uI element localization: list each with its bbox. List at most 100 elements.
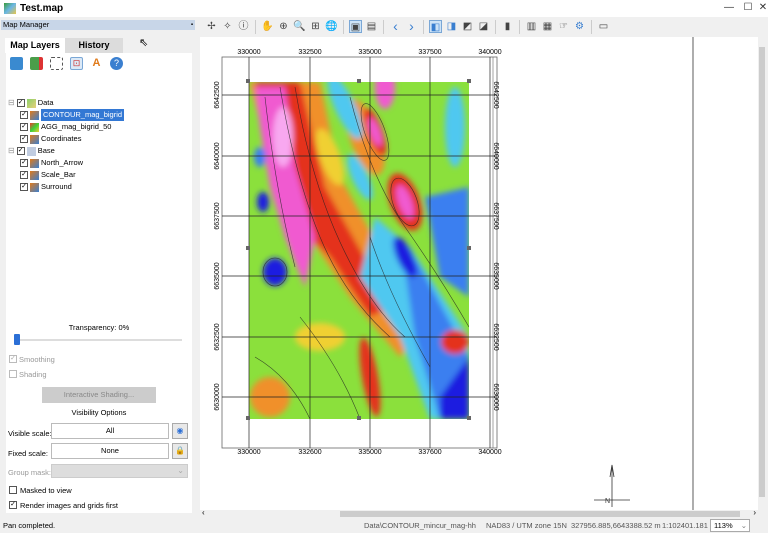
layout-1-icon[interactable]: ◧ <box>429 20 442 33</box>
layer-checkbox[interactable]: ✓ <box>20 171 28 179</box>
scroll-thumb[interactable] <box>340 511 740 517</box>
toolbar-separator <box>255 19 256 34</box>
shading-checkbox[interactable]: Shading <box>9 370 47 379</box>
layer-checkbox[interactable]: ✓ <box>16 99 25 107</box>
map-manager-header: Map Manager ▪ <box>1 20 195 30</box>
collapse-icon[interactable]: ⊟ <box>8 97 15 109</box>
collapse-icon[interactable]: ⊟ <box>8 145 15 157</box>
y-tick-label-right: 6630000 <box>492 383 499 410</box>
svg-text:N: N <box>605 498 610 505</box>
x-tick-label-top: 340000 <box>478 49 501 56</box>
symbol-icon[interactable]: A <box>90 57 103 70</box>
color-bar-icon[interactable]: ▮ <box>501 20 514 33</box>
transparency-slider[interactable] <box>14 334 182 345</box>
y-tick-label-left: 6642500 <box>214 81 221 108</box>
shading-label: Shading <box>19 370 47 379</box>
x-tick-label-bottom: 330000 <box>237 449 260 456</box>
tree-item-base[interactable]: ⊟ ✓ Base <box>8 145 55 157</box>
back-icon[interactable]: ‹ <box>389 19 402 33</box>
digitize-icon[interactable]: ✢ <box>205 20 218 33</box>
tree-item-agg-mag-bigrid-50[interactable]: ✓ AGG_mag_bigrid_50 <box>20 121 111 133</box>
point-icon[interactable]: ✧ <box>221 20 234 33</box>
pan-hand-icon[interactable]: ✋ <box>261 20 274 33</box>
tab-history[interactable]: History <box>65 38 123 53</box>
map-layers-icon[interactable]: ▤ <box>365 20 378 33</box>
layer-label: Data <box>37 98 54 107</box>
map-view: 330000 330000 332500 332600 335000 335000 3375… <box>214 37 694 510</box>
layout-3-icon[interactable]: ◩ <box>461 20 474 33</box>
scroll-right-icon[interactable]: › <box>753 508 756 517</box>
group-mask-dropdown[interactable]: ⌄ <box>51 464 188 478</box>
slider-thumb[interactable] <box>14 334 20 345</box>
tree-item-north-arrow[interactable]: ✓ North_Arrow <box>20 157 83 169</box>
x-tick-label-bottom: 335000 <box>358 449 381 456</box>
tree-item-surround[interactable]: ✓ Surround <box>20 181 72 193</box>
transparency-label: Transparency: 0% <box>68 323 130 332</box>
vertical-scrollbar[interactable] <box>758 37 766 510</box>
fixed-scale-field[interactable]: None <box>51 443 169 459</box>
layer-properties-icon[interactable]: ⊡ <box>70 57 83 70</box>
layer-checkbox[interactable]: ✓ <box>20 159 28 167</box>
x-tick-label-top: 332500 <box>298 49 321 56</box>
layer-label: North_Arrow <box>41 158 84 167</box>
grid-icon[interactable]: ▦ <box>541 20 554 33</box>
render-first-checkbox[interactable]: ✓ Render images and grids first <box>9 501 118 510</box>
zoom-icon[interactable]: 🔍 <box>293 20 306 33</box>
zoom-select[interactable]: 113% ⌄ <box>710 519 750 532</box>
close-button[interactable]: ✕ <box>756 2 768 13</box>
tree-item-scale-bar[interactable]: ✓ Scale_Bar <box>20 169 76 181</box>
toolbar-separator <box>591 19 592 34</box>
vector-layer-icon <box>30 158 39 168</box>
panel-title: Map Manager <box>3 20 50 29</box>
hand-select-icon[interactable]: ☞ <box>557 20 570 33</box>
layer-checkbox[interactable]: ✓ <box>20 183 28 191</box>
globe-icon[interactable]: 🌐 <box>325 20 338 33</box>
settings-icon[interactable]: ⚙ <box>573 20 586 33</box>
map-canvas[interactable]: 330000 330000 332500 332600 335000 335000 3375… <box>200 37 758 510</box>
toolbar-separator <box>383 19 384 34</box>
layout-4-icon[interactable]: ◪ <box>477 20 490 33</box>
masked-to-view-checkbox[interactable]: Masked to view <box>9 486 72 495</box>
smoothing-checkbox[interactable]: ✓ Smoothing <box>9 355 55 364</box>
interactive-shading-button[interactable]: Interactive Shading... <box>42 387 156 403</box>
info-icon[interactable]: ⓘ <box>237 20 250 33</box>
zoom-extent-icon[interactable]: ⊕ <box>277 20 290 33</box>
pin-icon[interactable]: ▪ <box>191 20 193 30</box>
x-tick-label-top: 335000 <box>358 49 381 56</box>
help-icon[interactable]: ? <box>110 57 123 70</box>
scroll-left-icon[interactable]: ‹ <box>202 508 205 517</box>
y-tick-label-right: 6635000 <box>492 262 499 289</box>
tree-item-coordinates[interactable]: ✓ Coordinates <box>20 133 81 145</box>
status-projection: NAD83 / UTM zone 15N <box>486 521 567 530</box>
lock-icon[interactable]: 🔒 <box>172 443 188 459</box>
y-tick-label-right: 6637500 <box>492 202 499 229</box>
zoom-rect-icon[interactable]: ⊞ <box>309 20 322 33</box>
layer-checkbox[interactable]: ✓ <box>16 147 25 155</box>
y-tick-label-right: 6642500 <box>492 81 499 108</box>
layer-checkbox[interactable]: ✓ <box>20 135 28 143</box>
tab-map-layers[interactable]: Map Layers <box>5 38 65 53</box>
tree-item-data[interactable]: ⊟ ✓ Data <box>8 97 54 109</box>
group-mask-label: Group mask: <box>8 468 51 477</box>
eye-icon[interactable]: ◉ <box>172 423 188 439</box>
remove-layer-icon[interactable] <box>30 57 43 70</box>
layer-checkbox[interactable]: ✓ <box>20 111 28 119</box>
y-tick-label-right: 6640000 <box>492 142 499 169</box>
add-layer-icon[interactable] <box>10 57 23 70</box>
status-scale: 1:102401.181 <box>662 521 708 530</box>
maximize-button[interactable]: ☐ <box>741 2 755 13</box>
snapshot-icon[interactable]: ▭ <box>597 20 610 33</box>
select-area-icon[interactable] <box>50 57 63 70</box>
layout-2-icon[interactable]: ◨ <box>445 20 458 33</box>
forward-icon[interactable]: › <box>405 19 418 33</box>
minimize-button[interactable]: — <box>722 2 736 13</box>
layer-label: Surround <box>41 182 72 191</box>
masked-to-view-label: Masked to view <box>20 486 72 495</box>
layer-checkbox[interactable]: ✓ <box>20 123 28 131</box>
chevron-down-icon: ⌄ <box>177 466 184 475</box>
chart-icon[interactable]: ▥ <box>525 20 538 33</box>
tree-item-contour-mag-bigrid[interactable]: ✓ CONTOUR_mag_bigrid <box>20 109 125 121</box>
visible-scale-field[interactable]: All <box>51 423 169 439</box>
horizontal-scrollbar[interactable]: ‹ › <box>200 508 758 518</box>
map-view-icon[interactable]: ▣ <box>349 20 362 33</box>
